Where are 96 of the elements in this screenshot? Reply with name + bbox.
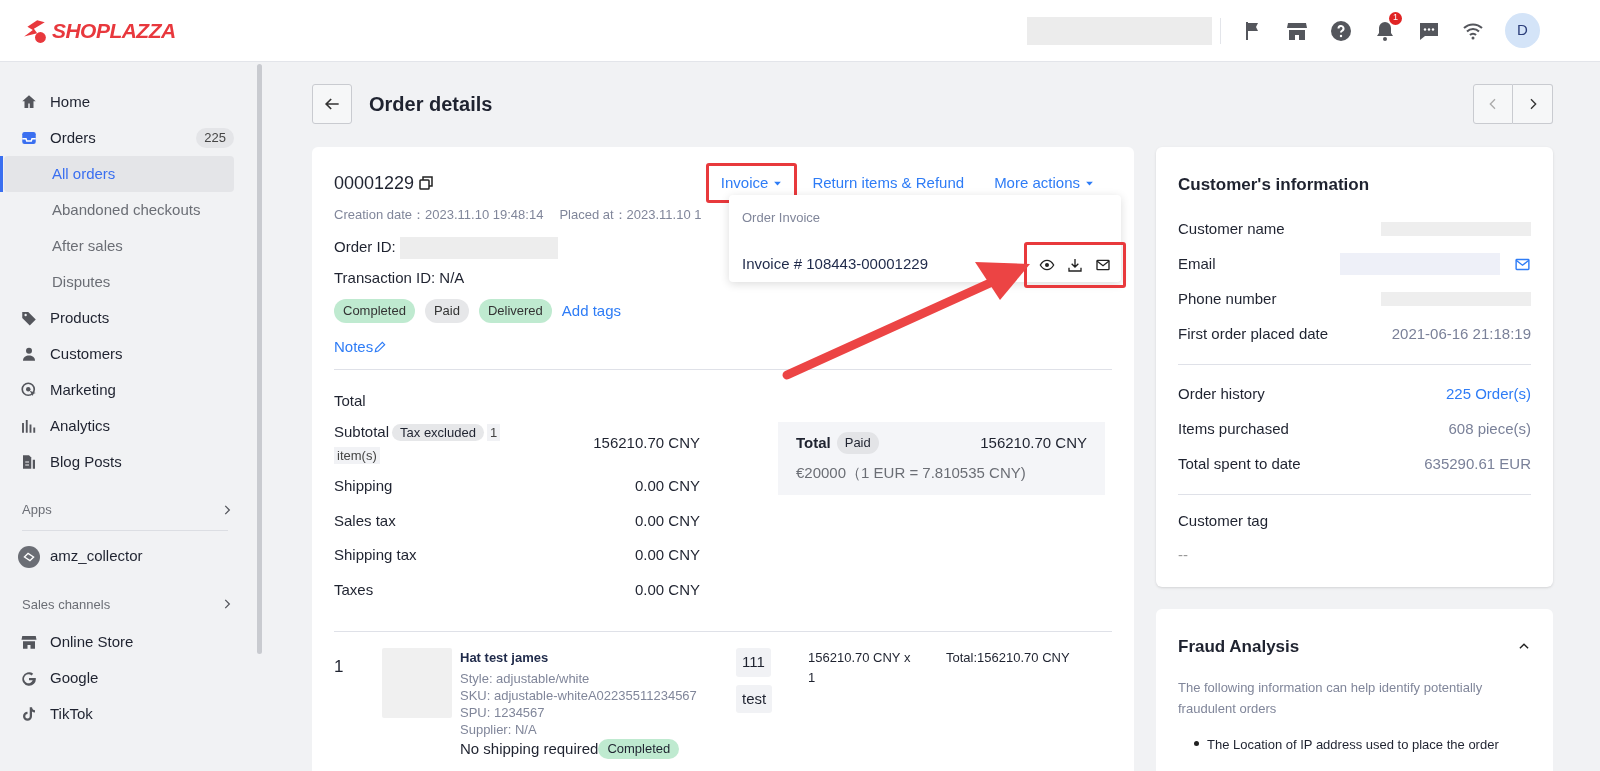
field-label: Customer name	[1178, 218, 1285, 239]
home-icon	[20, 93, 38, 111]
total-label: Sales tax	[334, 511, 396, 529]
sidebar-item[interactable]: Products	[0, 300, 250, 336]
sidebar-item[interactable]: Google	[0, 660, 250, 696]
add-tags-link[interactable]: Add tags	[561, 299, 622, 322]
target-icon	[20, 381, 38, 399]
fraud-bullet: The Location of IP address used to place the order	[1207, 736, 1499, 754]
product-detail: Supplier: N/A	[460, 720, 538, 738]
order-number: 00001229	[334, 171, 415, 195]
customer-tag-value: --	[1178, 545, 1189, 565]
total-label: Taxes	[334, 580, 374, 598]
person-icon	[20, 345, 38, 363]
sidebar-item[interactable]: Marketing	[0, 372, 250, 408]
product-detail: SKU: adjustable-whiteA02235511234567	[460, 686, 698, 704]
sidebar-subitem[interactable]: After sales	[4, 228, 234, 264]
product-detail: SPU: 1234567	[460, 703, 546, 721]
section-title: Apps	[22, 501, 52, 519]
field-value: 2021-06-16 21:18:19	[1391, 323, 1531, 344]
card-title: Fraud Analysis	[1178, 635, 1300, 658]
app-icon	[18, 545, 40, 568]
field-value: 608 piece(s)	[1448, 418, 1531, 439]
field-value: 635290.61 EUR	[1424, 453, 1531, 474]
sidebar-item[interactable]: Customers	[0, 336, 250, 372]
notes-link[interactable]: Notes	[334, 335, 388, 358]
payment-badge: Paid	[836, 432, 879, 454]
unit-price: 156210.70 CNY x 1	[808, 649, 912, 687]
total-label: Subtotal	[334, 423, 390, 440]
fulfillment-tag: Completed	[598, 738, 680, 759]
product-tag: test	[736, 684, 773, 713]
logo-icon	[22, 17, 48, 44]
field-label: Items purchased	[1178, 418, 1289, 439]
count-badge: 225	[196, 128, 234, 148]
card-title: Customer's information	[1178, 174, 1371, 196]
summary-label: Total	[796, 432, 831, 453]
total-value: 0.00 CNY	[634, 579, 700, 600]
field-label: First order placed date	[1178, 323, 1329, 344]
currency-conversion: €20000（1 EUR = 7.810535 CNY)	[796, 463, 1027, 483]
order-id-label: Order ID:	[334, 237, 396, 258]
total-value: 0.00 CNY	[634, 476, 700, 496]
google-icon	[20, 669, 38, 687]
sidebar-item[interactable]: Home	[0, 84, 250, 120]
total-label: Shipping	[334, 477, 393, 494]
user-avatar[interactable]: D	[1505, 13, 1540, 48]
blog-icon	[20, 453, 38, 471]
total-value: 156210.70 CNY	[593, 433, 700, 453]
transaction-id: Transaction ID: N/A	[334, 267, 466, 288]
bars-icon	[20, 417, 38, 435]
status-tag: Completed	[334, 299, 415, 323]
pencil-icon	[373, 339, 388, 354]
field-label: Phone number	[1178, 288, 1277, 309]
product-name: Hat test james	[460, 649, 550, 667]
line-number: 1	[334, 656, 345, 678]
tag-icon	[20, 309, 38, 327]
dropdown-header: Order Invoice	[742, 209, 822, 227]
total-value: 0.00 CNY	[634, 545, 700, 565]
page-title: Order details	[369, 92, 494, 117]
store-icon	[20, 633, 38, 651]
help-icon[interactable]	[1329, 18, 1353, 43]
summary-value: 156210.70 CNY	[980, 432, 1087, 453]
total-value: 0.00 CNY	[634, 510, 700, 531]
copy-icon[interactable]	[417, 174, 436, 192]
inbox-icon	[20, 129, 38, 147]
sidebar-subitem[interactable]: Abandoned checkouts	[4, 192, 234, 228]
order-history-link[interactable]: 225 Order(s)	[1445, 382, 1531, 406]
sidebar-item[interactable]: Analytics	[0, 408, 250, 444]
sidebar-item[interactable]: TikTok	[0, 696, 250, 732]
download-icon[interactable]	[1067, 256, 1083, 273]
back-button[interactable]	[312, 84, 352, 124]
line-total: Total:156210.70 CNY	[946, 649, 1070, 667]
tiktok-icon	[20, 705, 38, 723]
sidebar-item[interactable]: Orders 225	[0, 120, 250, 156]
status-tag: Delivered	[478, 299, 552, 323]
creation-date: Creation date：2023.11.10 19:48:14	[334, 206, 544, 224]
fraud-description: The following information can help identify potentially fraudulent orders	[1178, 679, 1484, 718]
tax-badge: Tax excluded	[392, 424, 484, 441]
field-label: Total spent to date	[1178, 453, 1301, 474]
logo-text: SHOPLAZZA	[52, 17, 176, 44]
sidebar-subitem[interactable]: Disputes	[4, 264, 234, 300]
field-label: Customer tag	[1178, 510, 1270, 531]
placed-date: Placed at：2023.11.10 1	[559, 206, 702, 224]
product-tag: 111	[736, 648, 771, 677]
status-tag: Paid	[424, 299, 469, 323]
shipping-status: No shipping required	[460, 738, 599, 759]
field-label: Email	[1178, 253, 1216, 274]
invoice-number: Invoice # 108443-00001229	[742, 254, 928, 275]
notification-badge: 1	[1389, 11, 1402, 25]
sidebar-item[interactable]: Blog Posts	[0, 444, 250, 480]
total-label: Shipping tax	[334, 546, 417, 563]
totals-title: Total	[334, 390, 367, 411]
field-label: Order history	[1178, 383, 1265, 404]
product-detail: Style: adjustable/white	[460, 669, 591, 687]
section-title: Sales channels	[22, 595, 111, 614]
sidebar-item[interactable]: Online Store	[0, 624, 250, 660]
sidebar-item[interactable]: amz_collector	[0, 538, 250, 575]
action-link[interactable]: Return items & Refund	[797, 163, 980, 203]
